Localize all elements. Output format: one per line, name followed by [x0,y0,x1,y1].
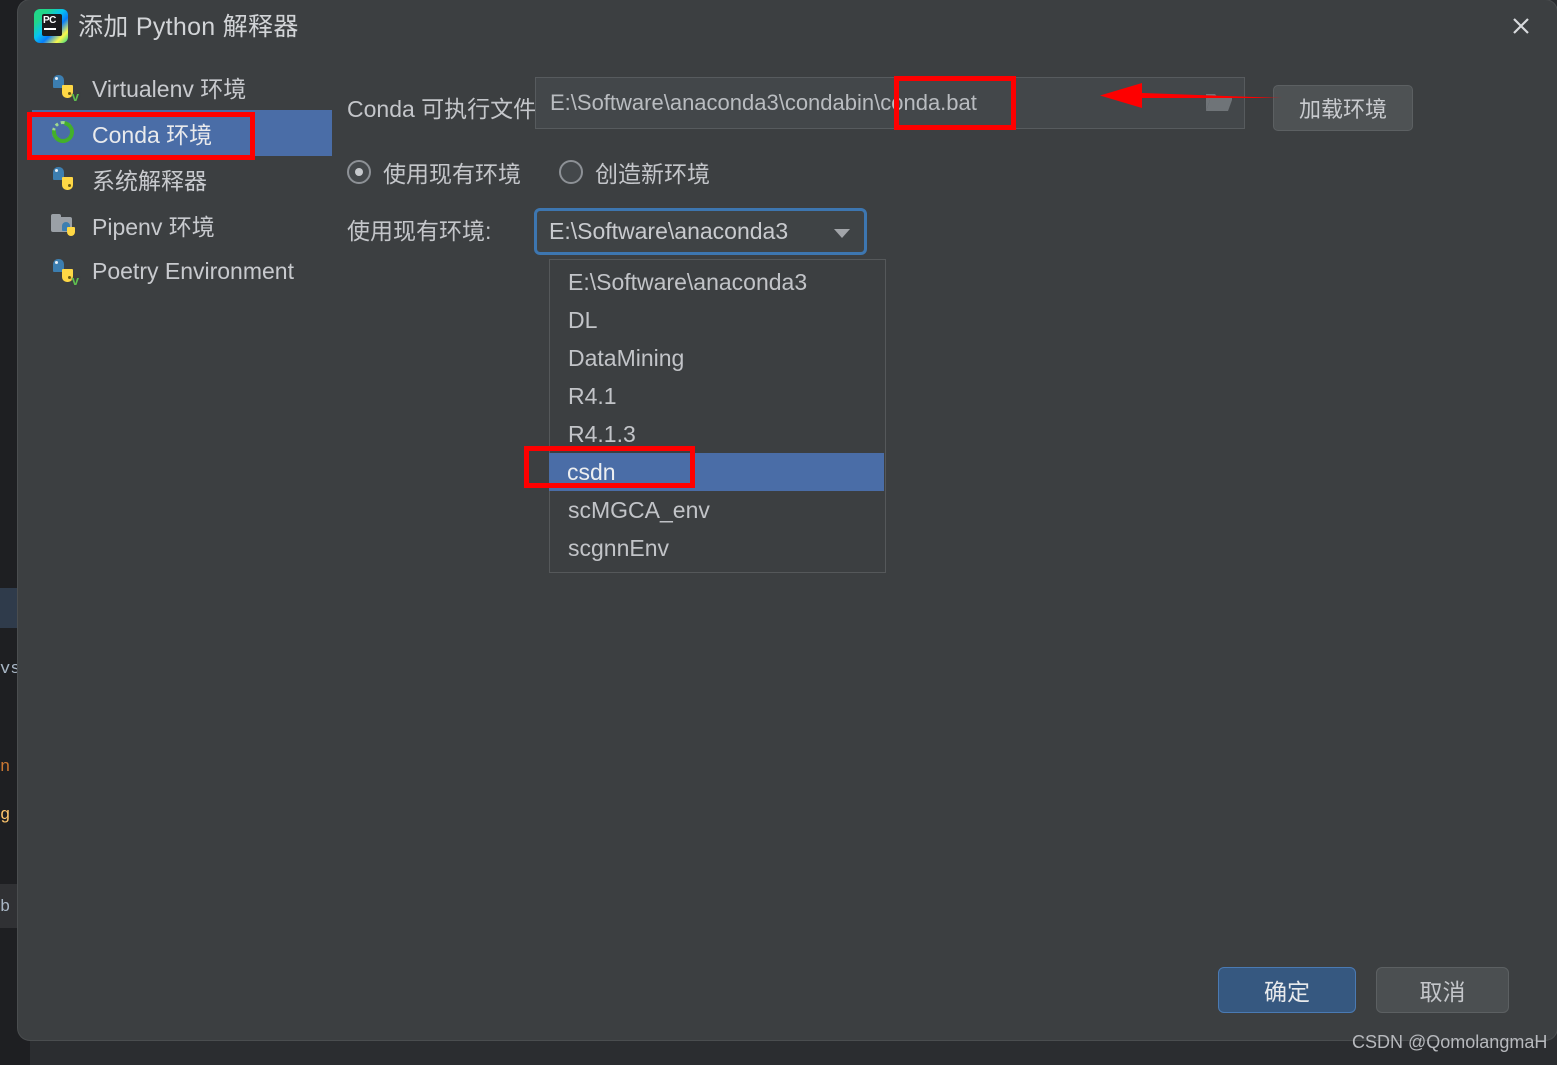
conda-icon [47,116,79,148]
radio-label: 使用现有环境 [383,161,521,187]
existing-environment-label: 使用现有环境: [347,218,492,244]
list-item[interactable]: R4.1 [550,377,885,415]
interpreter-type-list: v Virtualenv 环境 Conda 环境 系统解释器 Pipenv 环境… [32,64,332,294]
radio-dot-icon [559,160,583,184]
conda-executable-value: E:\Software\anaconda3\condabin\conda.bat [550,90,977,115]
sidebar-item-label: Pipenv 环境 [92,214,215,240]
sidebar-item-label: Poetry Environment [92,257,294,284]
screen: vs n g b PC 添加 Python 解释器 v Virtualenv 环… [0,0,1557,1065]
folder-open-icon[interactable] [1204,89,1234,115]
environment-mode-radio-group: 使用现有环境 创造新环境 [347,152,728,192]
sidebar-item-poetry[interactable]: v Poetry Environment [32,248,332,294]
sidebar-item-pipenv[interactable]: Pipenv 环境 [32,202,332,248]
cancel-button[interactable]: 取消 [1376,967,1509,1013]
list-item[interactable]: E:\Software\anaconda3 [550,263,885,301]
watermark: CSDN @QomolangmaH [1352,1032,1548,1052]
conda-executable-input[interactable]: E:\Software\anaconda3\condabin\conda.bat [535,77,1245,129]
radio-label: 创造新环境 [595,161,710,187]
pycharm-icon: PC [34,9,68,43]
list-item[interactable]: DataMining [550,339,885,377]
close-icon[interactable] [1503,8,1539,44]
folder-python-icon [50,211,78,239]
python-icon [50,165,78,193]
sidebar-item-label: 系统解释器 [92,168,207,194]
sidebar-item-virtualenv[interactable]: v Virtualenv 环境 [32,64,332,110]
list-item[interactable]: scMGCA_env [550,491,885,529]
ok-button[interactable]: 确定 [1218,967,1356,1013]
chevron-down-icon [834,229,850,238]
dialog-title: 添加 Python 解释器 [78,13,299,41]
existing-environment-value: E:\Software\anaconda3 [549,218,789,244]
list-item[interactable]: R4.1.3 [550,415,885,453]
list-item[interactable]: DL [550,301,885,339]
radio-use-existing-environment[interactable]: 使用现有环境 [347,155,521,189]
sidebar-item-label: Virtualenv 环境 [92,76,247,102]
sidebar-item-system-interpreter[interactable]: 系统解释器 [32,156,332,202]
python-venv-icon: v [50,73,79,103]
radio-dot-icon [347,160,371,184]
existing-environment-combobox[interactable]: E:\Software\anaconda3 [534,208,867,255]
add-python-interpreter-dialog: PC 添加 Python 解释器 v Virtualenv 环境 Conda 环… [18,0,1557,1040]
load-environment-button[interactable]: 加载环境 [1273,85,1413,131]
list-item[interactable]: scgnnEnv [550,529,885,567]
radio-create-new-environment[interactable]: 创造新环境 [559,155,710,189]
sidebar-item-label: Conda 环境 [92,122,213,148]
dialog-titlebar: PC 添加 Python 解释器 [18,0,1557,56]
existing-environment-dropdown-list: E:\Software\anaconda3 DL DataMining R4.1… [549,259,886,573]
conda-executable-label: Conda 可执行文件: [347,96,543,122]
sidebar-item-conda[interactable]: Conda 环境 [32,110,332,156]
list-item-csdn[interactable]: csdn [549,453,884,491]
python-venv-icon: v [50,257,79,287]
